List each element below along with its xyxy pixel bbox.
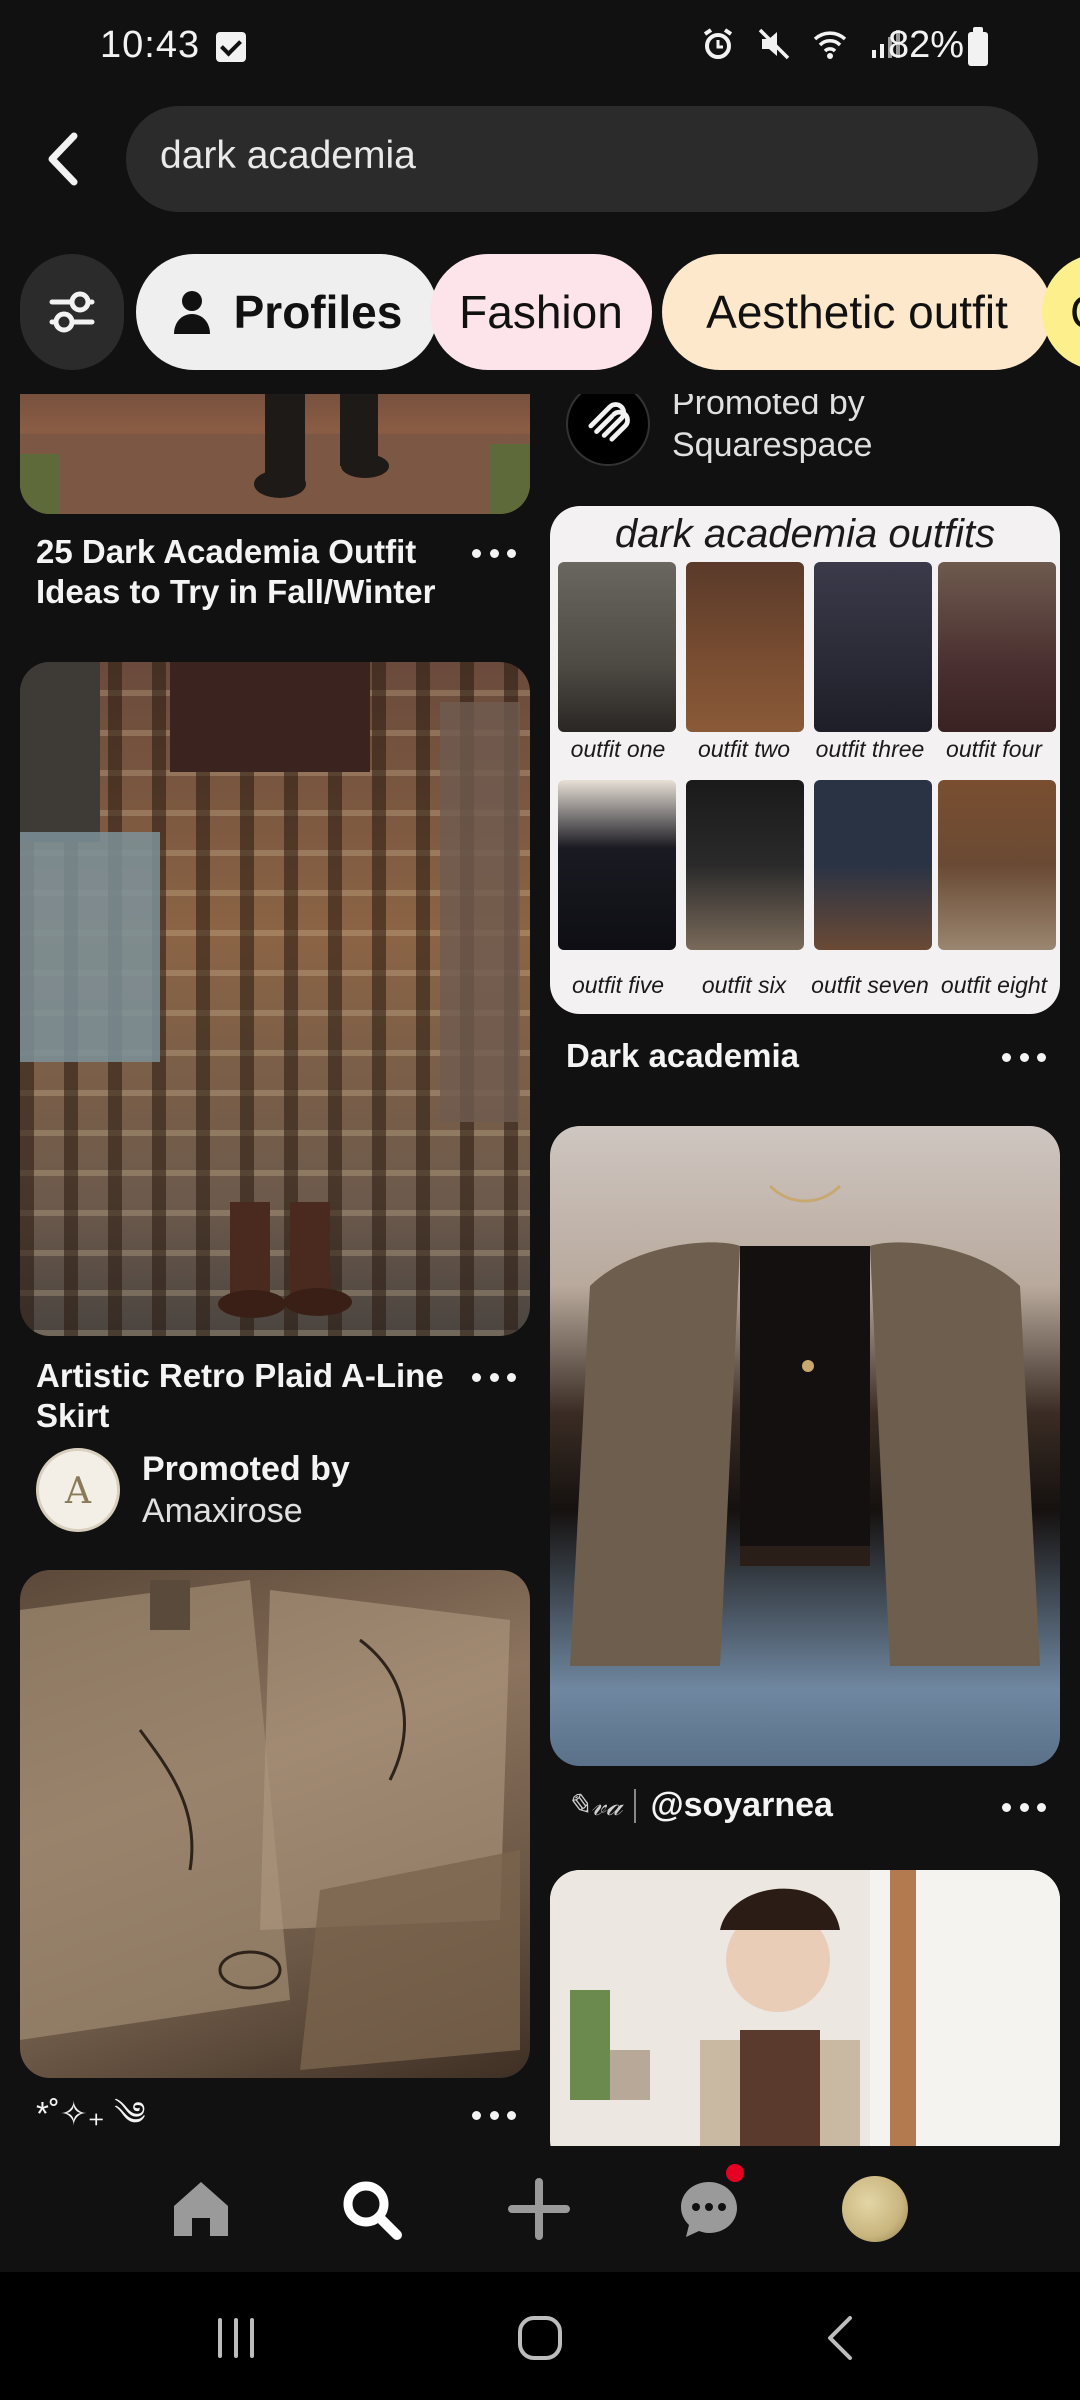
title-line: Ideas to Try in Fall/Winter — [36, 573, 436, 610]
pin-image-model[interactable] — [550, 1870, 1060, 2146]
outfit-label: outfit two — [697, 736, 791, 762]
search-query: dark academia — [160, 134, 416, 177]
pin-title[interactable]: Dark academia — [566, 1036, 986, 1076]
system-back-icon[interactable] — [820, 2314, 860, 2362]
bottom-navigation — [0, 2146, 1080, 2270]
chip-fashion[interactable]: Fashion — [430, 254, 652, 370]
outfit-label: outfit three — [815, 736, 925, 762]
outfit-image — [814, 780, 932, 950]
outfit-image — [686, 780, 804, 950]
pin-image-plaid-skirt[interactable] — [20, 662, 530, 1336]
more-options-icon[interactable] — [1002, 1800, 1046, 1814]
outfit-label: outfit four — [946, 736, 1042, 762]
recent-apps-icon[interactable] — [206, 2316, 266, 2360]
squarespace-icon — [588, 402, 630, 442]
outfit-label: outfit six — [701, 972, 787, 998]
pin-image-boots[interactable] — [20, 394, 530, 514]
notification-badge — [726, 2164, 744, 2182]
creator-row[interactable]: ✎𝓋𝒶 @soyarnea — [566, 1786, 833, 1825]
promoted-label: Promoted by — [672, 394, 865, 422]
search-icon[interactable] — [338, 2176, 404, 2242]
search-input[interactable]: dark academia — [126, 106, 1038, 212]
back-button[interactable] — [38, 126, 88, 192]
blazer-illustration — [570, 1184, 1040, 1666]
outfit-image — [814, 562, 932, 732]
pin-image-sketches[interactable] — [20, 1570, 530, 2078]
pin-title[interactable]: *˚✧₊ ༄ — [36, 2094, 336, 2134]
chevron-left-icon — [48, 132, 78, 186]
more-options-icon[interactable] — [472, 1370, 516, 1384]
checkbox-icon — [216, 32, 246, 62]
pin-title[interactable]: Artistic Retro Plaid A-Line Skirt — [36, 1356, 466, 1436]
model-illustration — [550, 1870, 1060, 2146]
chip-label: Profiles — [233, 286, 403, 338]
outfit-image — [558, 780, 676, 950]
wifi-icon — [812, 26, 848, 62]
system-navigation-bar — [0, 2272, 1080, 2400]
chip-label: Aesthetic outfit — [706, 286, 1008, 338]
title-line: Skirt — [36, 1397, 110, 1434]
pin-feed: 25 Dark Academia Outfit Ideas to Try in … — [0, 394, 1080, 2146]
outfit-label: outfit seven — [811, 972, 929, 998]
messages-icon[interactable] — [676, 2176, 742, 2242]
more-options-icon[interactable] — [1002, 1050, 1046, 1064]
promoted-by-row[interactable]: Promoted by Squarespace — [566, 394, 872, 466]
chip-more[interactable]: C — [1042, 254, 1080, 370]
chip-label: C — [1070, 285, 1080, 339]
boots-illustration — [20, 394, 530, 514]
outfit-image — [686, 562, 804, 732]
battery-icon — [968, 27, 988, 66]
image-title: dark academia outfits — [614, 512, 996, 556]
alarm-icon — [700, 26, 736, 62]
title-line: Artistic Retro Plaid A-Line — [36, 1357, 444, 1394]
more-options-icon[interactable] — [472, 2108, 516, 2122]
status-bar: 10:43 82% — [0, 0, 1080, 96]
chip-profiles[interactable]: Profiles — [136, 254, 438, 370]
outfit-label: outfit five — [571, 972, 665, 998]
plus-icon[interactable] — [506, 2176, 572, 2242]
advertiser-name: Amaxirose — [142, 1492, 303, 1530]
battery-percent: 82% — [888, 24, 965, 66]
chip-label: Fashion — [459, 286, 623, 338]
pin-title[interactable]: 25 Dark Academia Outfit Ideas to Try in … — [36, 532, 466, 612]
creator-signature: ✎𝓋𝒶 — [566, 1789, 623, 1822]
profile-avatar[interactable] — [842, 2176, 908, 2242]
status-time: 10:43 — [100, 24, 201, 66]
promoted-label: Promoted by — [142, 1450, 350, 1488]
status-icons — [700, 26, 904, 62]
outfit-image — [558, 562, 676, 732]
more-options-icon[interactable] — [472, 546, 516, 560]
creator-name: @soyarnea — [650, 1786, 833, 1824]
person-icon — [173, 291, 210, 334]
outfit-image — [938, 562, 1056, 732]
separator — [634, 1788, 637, 1823]
pin-image-outfits-collage[interactable]: dark academia outfits outfit one outfit … — [550, 506, 1060, 1014]
filter-button[interactable] — [20, 254, 124, 370]
chip-aesthetic-outfit[interactable]: Aesthetic outfit — [662, 254, 1052, 370]
title-line: 25 Dark Academia Outfit — [36, 533, 417, 570]
filter-chips: Profiles Fashion Aesthetic outfit C — [20, 254, 1080, 370]
advertiser-name: Squarespace — [672, 426, 873, 464]
outfit-image — [938, 780, 1056, 950]
home-button-icon[interactable] — [514, 2312, 566, 2364]
outfit-label: outfit one — [570, 736, 666, 762]
home-icon[interactable] — [168, 2176, 234, 2242]
advertiser-avatar: A — [36, 1448, 120, 1532]
promoted-by-row[interactable]: A Promoted by Amaxirose — [36, 1448, 350, 1532]
squarespace-logo — [566, 394, 650, 466]
mute-icon — [756, 26, 792, 62]
outfit-label: outfit eight — [940, 972, 1048, 998]
sketch-illustration — [20, 1580, 520, 2070]
pin-image-blazer-outfit[interactable] — [550, 1126, 1060, 1766]
sliders-icon — [49, 291, 95, 333]
skirt-illustration — [20, 662, 520, 1318]
